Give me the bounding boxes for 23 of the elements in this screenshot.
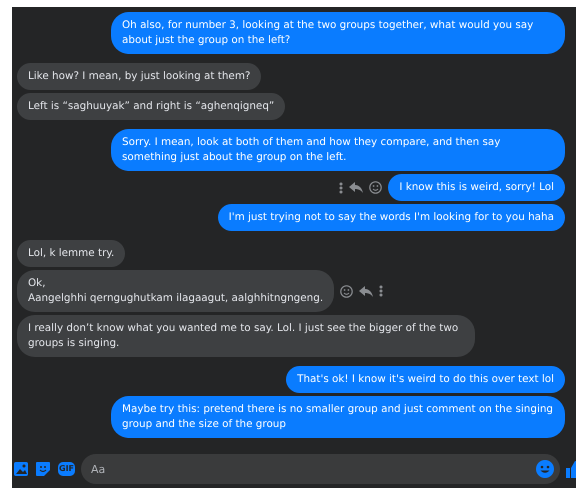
thumbs-up-icon[interactable] xyxy=(566,459,576,479)
received-message: I really don’t know what you wanted me to say. Lol. I just see the bigger of the two groups is singing. xyxy=(17,315,475,357)
sent-message: Sorry. I mean, look at both of them and how they compare, and then say something just about the group on the left. xyxy=(111,129,565,171)
smiley-icon[interactable] xyxy=(369,181,382,194)
image-icon[interactable] xyxy=(14,461,28,477)
sent-message: I'm just trying not to say the words I'm looking for to you haha xyxy=(218,204,565,231)
smiley-icon[interactable] xyxy=(340,284,354,298)
emoji-icon[interactable] xyxy=(535,459,555,479)
received-message: Left is “saghuuyak” and right is “aghenqigneq” xyxy=(17,93,286,120)
more-icon[interactable] xyxy=(379,285,384,297)
sticker-icon[interactable] xyxy=(34,460,52,478)
received-message: Ok, Aangelghhi qerngughutkam ilagaagut, aalghhitngngeng. xyxy=(17,270,334,312)
gif-button[interactable]: GIF xyxy=(58,462,76,476)
reply-icon[interactable] xyxy=(359,286,374,296)
sent-message: That's ok! I know it's weird to do this over text lol xyxy=(286,366,565,393)
reply-icon[interactable] xyxy=(349,182,364,193)
received-message: Lol, k lemme try. xyxy=(17,240,126,267)
message-field[interactable]: Aa xyxy=(81,454,560,484)
sent-message: Oh also, for number 3, looking at the two groups together, what would you say about just the group on the left? xyxy=(111,12,565,54)
more-icon[interactable] xyxy=(339,182,344,194)
sent-message: I know this is weird, sorry! Lol xyxy=(388,174,565,201)
received-message: Like how? I mean, by just looking at them? xyxy=(17,63,262,90)
sent-message: Maybe try this: pretend there is no smaller group and just comment on the singing group and the size of the group xyxy=(111,396,565,438)
